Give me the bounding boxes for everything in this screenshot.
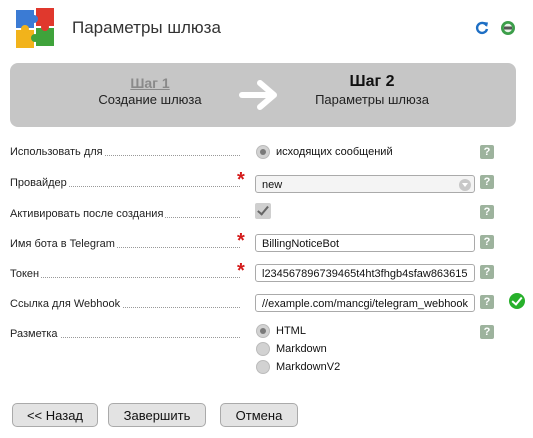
token-label: Токен	[10, 268, 240, 280]
back-button[interactable]: << Назад	[12, 403, 98, 427]
wizard-step-2: Шаг 2 Параметры шлюза	[292, 73, 452, 107]
use-for-option-label: исходящих сообщений	[276, 146, 393, 158]
webhook-label: Ссылка для Webhook	[10, 298, 240, 310]
step1-name: Создание шлюза	[98, 92, 202, 107]
use-for-radio[interactable]	[256, 145, 270, 159]
cancel-button[interactable]: Отмена	[220, 403, 298, 427]
use-for-label: Использовать для	[10, 146, 240, 158]
help-lifebuoy-icon[interactable]	[500, 20, 516, 36]
webhook-help-icon[interactable]: ?	[480, 295, 494, 309]
step2-name: Параметры шлюза	[315, 92, 429, 107]
app-logo-icon	[14, 6, 58, 50]
token-help-icon[interactable]: ?	[480, 265, 494, 279]
step1-number[interactable]: Шаг 1	[90, 75, 210, 91]
token-required-asterisk: *	[237, 260, 245, 282]
bot-name-help-icon[interactable]: ?	[480, 235, 494, 249]
markup-radio-markdown[interactable]	[256, 342, 270, 356]
arrow-right-icon	[238, 78, 282, 112]
bot-name-input[interactable]: BillingNoticeBot	[255, 234, 475, 252]
wizard-steps-banner: Шаг 1 Создание шлюза Шаг 2 Параметры шлю…	[10, 63, 516, 127]
activate-checkbox[interactable]	[255, 203, 271, 219]
refresh-icon[interactable]	[474, 20, 490, 36]
webhook-input[interactable]: //example.com/mancgi/telegram_webhook	[255, 294, 475, 312]
markup-radio-html[interactable]	[256, 324, 270, 338]
finish-button[interactable]: Завершить	[108, 403, 206, 427]
token-input[interactable]: l234567896739465t4ht3fhgb4sfaw863615	[255, 264, 475, 282]
markup-option-markdown: Markdown	[276, 343, 327, 355]
markup-label: Разметка	[10, 328, 240, 340]
bot-name-label: Имя бота в Telegram	[10, 238, 240, 250]
page-title: Параметры шлюза	[72, 18, 221, 37]
provider-help-icon[interactable]: ?	[480, 175, 494, 189]
provider-select[interactable]: new	[255, 175, 475, 193]
markup-option-markdownv2: MarkdownV2	[276, 361, 341, 373]
activate-label: Активировать после создания	[10, 208, 240, 220]
valid-check-icon	[509, 293, 525, 309]
provider-label: Провайдер	[10, 177, 240, 189]
bot-name-required-asterisk: *	[237, 230, 245, 252]
chevron-down-icon	[459, 179, 471, 191]
step2-number: Шаг 2	[349, 73, 395, 90]
provider-required-asterisk: *	[237, 169, 245, 191]
markup-help-icon[interactable]: ?	[480, 325, 494, 339]
wizard-step-1[interactable]: Шаг 1 Создание шлюза	[90, 75, 210, 107]
provider-select-value: new	[262, 179, 283, 191]
use-for-help-icon[interactable]: ?	[480, 145, 494, 159]
markup-option-html: HTML	[276, 325, 306, 337]
activate-help-icon[interactable]: ?	[480, 205, 494, 219]
markup-radio-markdownv2[interactable]	[256, 360, 270, 374]
